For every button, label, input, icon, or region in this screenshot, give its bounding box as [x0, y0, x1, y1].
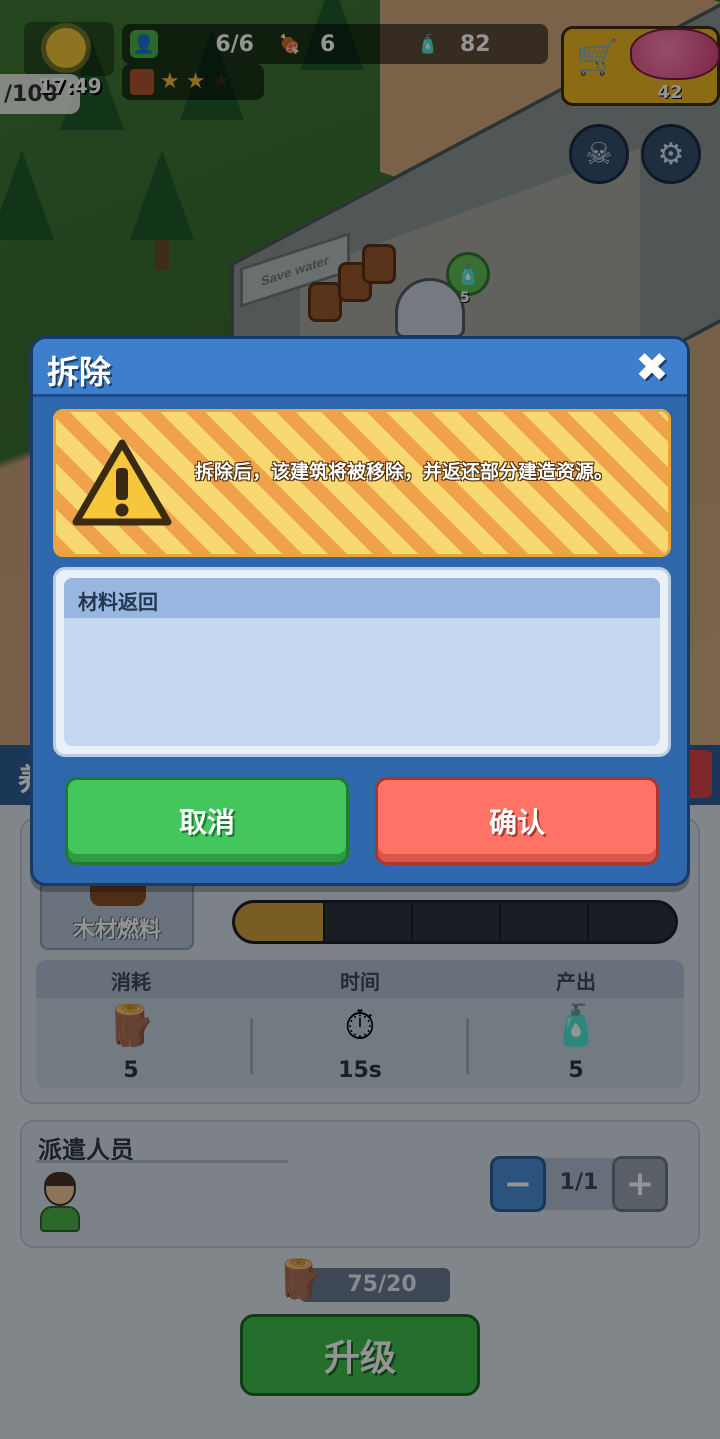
warning-icon	[72, 439, 172, 526]
dialog-title: 拆除	[47, 353, 112, 391]
materials-return-title: 材料返回	[78, 590, 158, 614]
materials-return-list: 材料返回	[64, 578, 660, 746]
dialog-header: 拆除 ✖	[33, 339, 687, 397]
confirm-button[interactable]: 确认	[375, 777, 659, 865]
materials-return-header: 材料返回	[64, 578, 660, 618]
close-icon[interactable]: ✖	[631, 345, 673, 391]
cancel-button[interactable]: 取消	[65, 777, 349, 865]
warning-banner: 拆除后，该建筑将被移除，并返还部分建造资源。	[53, 409, 671, 557]
warning-text: 拆除后，该建筑将被移除，并返还部分建造资源。	[194, 461, 613, 483]
materials-return-box: 材料返回	[53, 567, 671, 757]
demolish-dialog: 拆除 ✖ 拆除后，该建筑将被移除，并返还部分建造资源。 材料返回 取消 确认	[30, 336, 690, 886]
